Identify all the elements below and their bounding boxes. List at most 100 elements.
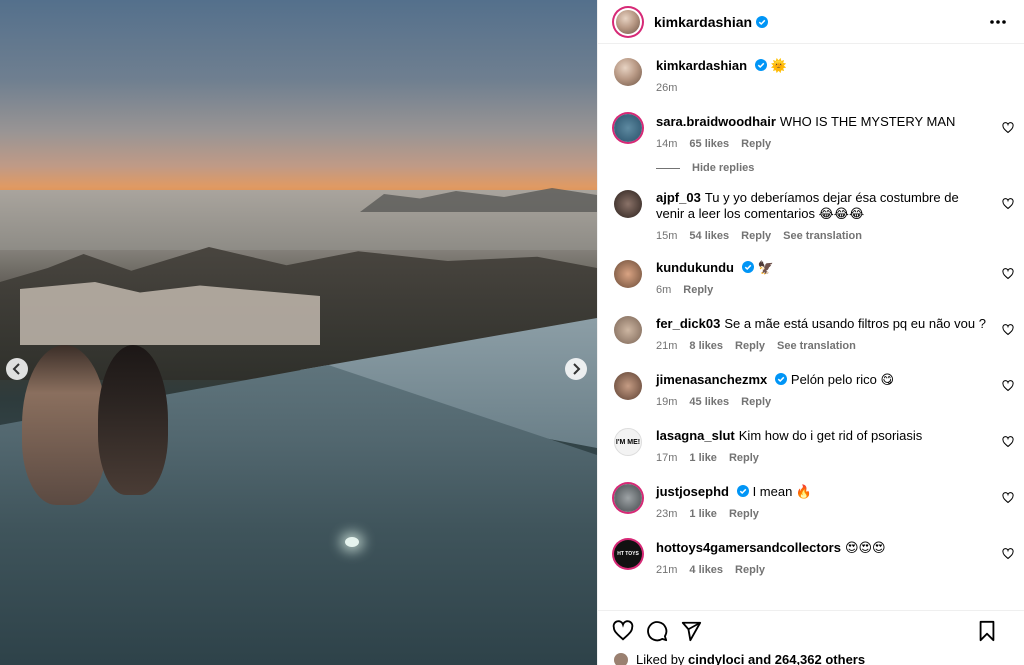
comment-text: Kim how do i get rid of psoriasis <box>738 428 923 443</box>
comment-likes[interactable]: 4 likes <box>689 564 723 576</box>
comment-likes[interactable]: 65 likes <box>689 138 729 150</box>
comment-text: I mean 🔥 <box>752 484 813 499</box>
post-caption: kimkardashian 🌞 26m <box>598 44 1024 94</box>
liked-by-line: Liked by cindyloci and 264,362 others <box>614 652 865 665</box>
heart-icon[interactable] <box>1002 122 1014 134</box>
post-actions-bar <box>598 610 1024 650</box>
post-side-panel: kimkardashian kimkardashian 🌞 26m sara.b… <box>597 0 1024 665</box>
previous-photo-button[interactable] <box>6 358 28 380</box>
liker-avatar[interactable] <box>614 652 628 665</box>
caption-time: 26m <box>656 82 678 94</box>
comment-item: HT TOYS hottoys4gamersandcollectors 😍😍😍 2… <box>598 540 1024 576</box>
comment-text: Se a mãe está usando filtros pq eu não v… <box>724 316 986 331</box>
chevron-left-icon <box>12 363 20 375</box>
bookmark-icon[interactable] <box>976 620 998 642</box>
heart-icon[interactable] <box>1002 268 1014 280</box>
commenter-avatar[interactable] <box>614 484 642 512</box>
hide-replies-button[interactable]: Hide replies <box>656 162 1024 174</box>
liker-username[interactable]: cindyloci <box>688 652 744 665</box>
commenter-avatar[interactable] <box>614 316 642 344</box>
comment-username[interactable]: justjosephd <box>656 484 729 499</box>
comment-item: sara.braidwoodhair WHO IS THE MYSTERY MAN… <box>598 114 1024 150</box>
comment-item: I'M ME! lasagna_slut Kim how do i get rid… <box>598 428 1024 464</box>
pool-light <box>345 537 359 547</box>
heart-icon[interactable] <box>1002 492 1014 504</box>
comment-likes[interactable]: 54 likes <box>689 230 729 242</box>
commenter-avatar[interactable]: I'M ME! <box>614 428 642 456</box>
reply-button[interactable]: Reply <box>735 340 765 352</box>
comment-likes[interactable]: 8 likes <box>689 340 723 352</box>
comment-item: justjosephd I mean 🔥 23m 1 like Reply <box>598 484 1024 520</box>
comment-likes[interactable]: 1 like <box>689 508 717 520</box>
comment-username[interactable]: sara.braidwoodhair <box>656 114 776 129</box>
reply-button[interactable]: Reply <box>729 508 759 520</box>
reply-button[interactable]: Reply <box>741 230 771 242</box>
comment-text: Pelón pelo rico 😋 <box>790 372 895 387</box>
reply-button[interactable]: Reply <box>683 284 713 296</box>
comment-time: 21m <box>656 340 678 352</box>
post-photo <box>0 0 597 665</box>
see-translation-button[interactable]: See translation <box>783 230 862 242</box>
comment-item: kundukundu 🦅 6m Reply <box>598 260 1024 296</box>
heart-icon[interactable] <box>1002 436 1014 448</box>
comments-list[interactable]: kimkardashian 🌞 26m sara.braidwoodhair WH… <box>598 44 1024 610</box>
comment-username[interactable]: fer_dick03 <box>656 316 720 331</box>
more-options-icon[interactable] <box>988 12 1008 32</box>
comment-text: Tu y yo deberíamos dejar ésa costumbre d… <box>656 190 959 221</box>
photo-person-right <box>98 345 168 495</box>
commenter-avatar[interactable]: HT TOYS <box>614 540 642 568</box>
verified-badge-icon <box>742 261 754 273</box>
heart-icon[interactable] <box>1002 548 1014 560</box>
comment-username[interactable]: hottoys4gamersandcollectors <box>656 540 841 555</box>
like-heart-icon[interactable] <box>612 619 634 642</box>
heart-icon[interactable] <box>1002 380 1014 392</box>
comment-text: 🦅 <box>757 260 774 275</box>
see-translation-button[interactable]: See translation <box>777 340 856 352</box>
comment-bubble-icon[interactable] <box>646 620 668 642</box>
comment-username[interactable]: lasagna_slut <box>656 428 735 443</box>
hide-replies-label: Hide replies <box>692 162 755 174</box>
caption-author-username[interactable]: kimkardashian <box>656 58 747 73</box>
share-paper-plane-icon[interactable] <box>680 620 702 642</box>
comment-text: 😍😍😍 <box>844 540 886 555</box>
comment-likes[interactable]: 45 likes <box>689 396 729 408</box>
commenter-avatar[interactable] <box>614 260 642 288</box>
commenter-avatar[interactable] <box>614 190 642 218</box>
comment-text: WHO IS THE MYSTERY MAN <box>779 114 956 129</box>
reply-button[interactable]: Reply <box>741 138 771 150</box>
reply-button[interactable]: Reply <box>735 564 765 576</box>
reply-button[interactable]: Reply <box>729 452 759 464</box>
comment-item: ajpf_03 Tu y yo deberíamos dejar ésa cost… <box>598 190 1024 242</box>
verified-badge-icon <box>756 15 769 28</box>
author-avatar[interactable] <box>614 8 642 36</box>
caption-author-avatar[interactable] <box>614 58 642 86</box>
comment-item: fer_dick03 Se a mãe está usando filtros p… <box>598 316 1024 352</box>
comment-likes[interactable]: 1 like <box>689 452 717 464</box>
comment-username[interactable]: jimenasanchezmx <box>656 372 767 387</box>
caption-text: 🌞 <box>770 58 787 73</box>
comment-time: 17m <box>656 452 678 464</box>
comment-time: 21m <box>656 564 678 576</box>
comment-time: 19m <box>656 396 678 408</box>
reply-button[interactable]: Reply <box>741 396 771 408</box>
comment-time: 23m <box>656 508 678 520</box>
avatar-text: HT TOYS <box>617 551 639 557</box>
heart-icon[interactable] <box>1002 198 1014 210</box>
commenter-avatar[interactable] <box>614 114 642 142</box>
photo-hills <box>360 188 597 212</box>
comment-time: 14m <box>656 138 678 150</box>
verified-badge-icon <box>755 59 768 71</box>
comment-username[interactable]: kundukundu <box>656 260 734 275</box>
commenter-avatar[interactable] <box>614 372 642 400</box>
liked-by-others[interactable]: and 264,362 others <box>748 652 865 665</box>
avatar-text: I'M ME! <box>615 438 641 446</box>
post-header: kimkardashian <box>598 0 1024 44</box>
next-photo-button[interactable] <box>565 358 587 380</box>
author-username[interactable]: kimkardashian <box>654 14 752 30</box>
heart-icon[interactable] <box>1002 324 1014 336</box>
divider <box>656 167 680 169</box>
comment-item: jimenasanchezmx Pelón pelo rico 😋 19m 45 … <box>598 372 1024 408</box>
comment-time: 15m <box>656 230 678 242</box>
comment-username[interactable]: ajpf_03 <box>656 190 701 205</box>
verified-badge-icon <box>736 485 749 497</box>
